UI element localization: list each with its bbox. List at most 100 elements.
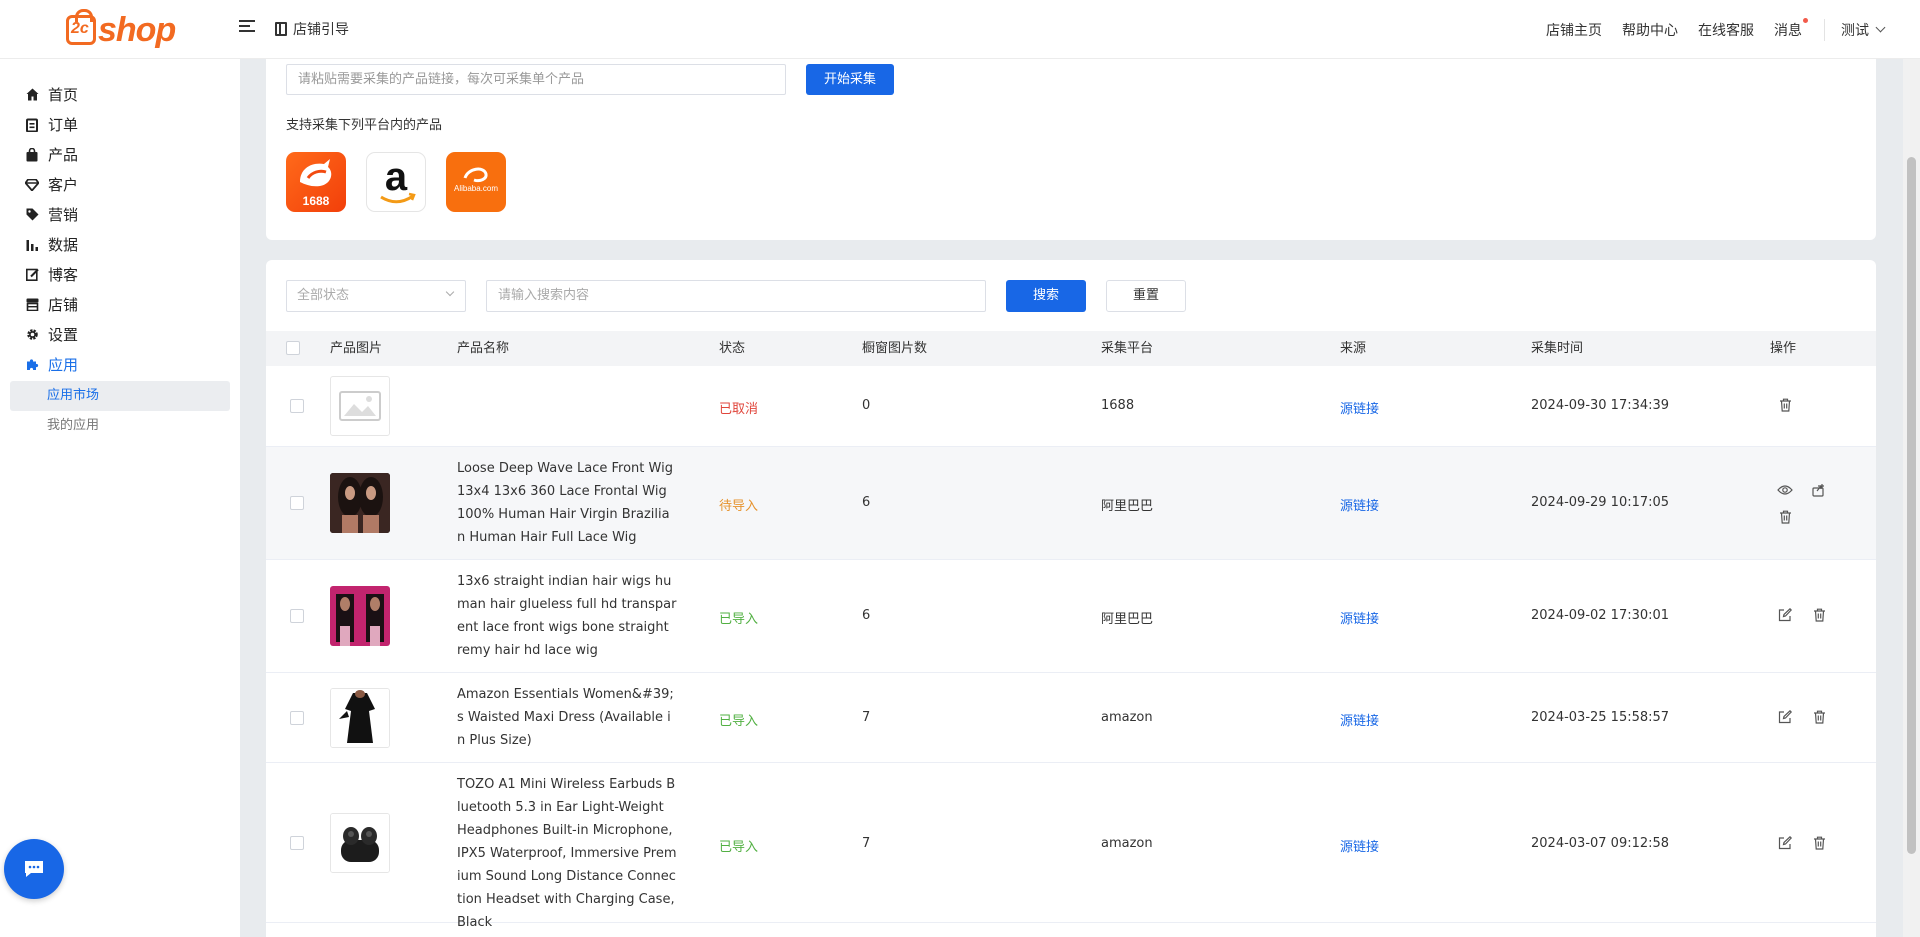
sidebar-item-apps[interactable]: 应用 xyxy=(25,354,78,375)
status-filter-select[interactable]: 全部状态 xyxy=(286,280,466,312)
source-link[interactable]: 源链接 xyxy=(1340,710,1379,729)
store-guide-label: 店铺引导 xyxy=(293,22,349,38)
sidebar-item-customers[interactable]: 客户 xyxy=(25,174,78,195)
source-link[interactable]: 源链接 xyxy=(1340,836,1379,855)
sidebar-item-label: 店铺 xyxy=(48,296,79,314)
sidebar-item-label: 订单 xyxy=(48,116,79,134)
row-checkbox[interactable] xyxy=(290,836,304,850)
sidebar-item-products[interactable]: 产品 xyxy=(25,144,78,165)
edit-icon[interactable] xyxy=(1777,835,1793,851)
table-row: TOZO A1 Mini Wireless Earbuds Bluetooth … xyxy=(266,763,1876,930)
row-checkbox[interactable] xyxy=(290,711,304,725)
nav-divider xyxy=(1824,18,1825,41)
edit-icon xyxy=(25,268,39,282)
platform-name: amazon xyxy=(1101,836,1153,851)
col-product-name: 产品名称 xyxy=(457,341,510,356)
col-platform: 采集平台 xyxy=(1101,341,1154,356)
page-scrollbar[interactable] xyxy=(1903,59,1920,937)
sidebar-item-data[interactable]: 数据 xyxy=(25,234,78,255)
sidebar-item-label: 数据 xyxy=(48,236,79,254)
sidebar-item-label: 设置 xyxy=(48,326,79,344)
platform-1688-logo[interactable]: 1688 xyxy=(286,152,346,212)
home-icon xyxy=(25,88,39,102)
store-guide-link[interactable]: 店铺引导 xyxy=(275,19,349,39)
product-thumbnail xyxy=(330,688,390,748)
table-row: 13x6 straight indian hair wigs human hai… xyxy=(266,560,1876,673)
image-placeholder-icon xyxy=(339,391,381,421)
menu-toggle-icon[interactable] xyxy=(239,20,255,34)
delete-icon[interactable] xyxy=(1777,509,1793,525)
status-filter-value: 全部状态 xyxy=(297,288,350,303)
col-collect-time: 采集时间 xyxy=(1531,341,1584,356)
platform-amazon-logo[interactable]: a xyxy=(366,152,426,212)
chat-support-button[interactable] xyxy=(4,839,64,899)
source-link[interactable]: 源链接 xyxy=(1340,495,1379,514)
scrollbar-thumb[interactable] xyxy=(1907,157,1916,854)
delete-icon[interactable] xyxy=(1811,709,1827,725)
view-icon[interactable] xyxy=(1777,482,1793,498)
nav-messages[interactable]: 消息 xyxy=(1774,17,1808,40)
nav-store-home[interactable]: 店铺主页 xyxy=(1546,20,1602,40)
store-icon xyxy=(25,298,39,312)
product-url-input[interactable]: 请粘贴需要采集的产品链接，每次可采集单个产品 xyxy=(286,64,786,95)
sidebar-item-label: 应用 xyxy=(48,356,79,374)
platform-name: 阿里巴巴 xyxy=(1101,499,1154,514)
product-thumbnail xyxy=(330,376,390,436)
start-collect-button[interactable]: 开始采集 xyxy=(806,64,894,95)
delete-icon[interactable] xyxy=(1811,835,1827,851)
select-all-checkbox[interactable] xyxy=(286,341,300,355)
sidebar-item-blog[interactable]: 博客 xyxy=(25,264,78,285)
reset-button[interactable]: 重置 xyxy=(1106,280,1186,312)
product-name: Loose Deep Wave Lace Front Wig 13x4 13x6… xyxy=(457,461,673,545)
sidebar-item-settings[interactable]: 设置 xyxy=(25,324,78,345)
chevron-down-icon xyxy=(1875,22,1886,33)
product-name: Amazon Essentials Women&#39;s Waisted Ma… xyxy=(457,687,674,748)
status-badge: 已导入 xyxy=(719,612,759,627)
sidebar-item-orders[interactable]: 订单 xyxy=(25,114,78,135)
nav-online-service[interactable]: 在线客服 xyxy=(1698,20,1754,40)
sidebar-item-marketing[interactable]: 营销 xyxy=(25,204,78,225)
gear-icon xyxy=(25,328,39,342)
top-bar: 2c shop 店铺引导 店铺主页 帮助中心 在线客服 消息 测试 xyxy=(0,0,1920,59)
status-badge: 已取消 xyxy=(719,402,759,417)
user-name: 测试 xyxy=(1841,22,1869,39)
image-count: 7 xyxy=(862,710,871,725)
diamond-icon xyxy=(25,178,39,192)
nav-help-center[interactable]: 帮助中心 xyxy=(1622,20,1678,40)
platform-name: 阿里巴巴 xyxy=(1101,612,1154,627)
product-name: TOZO A1 Mini Wireless Earbuds Bluetooth … xyxy=(457,777,677,930)
delete-icon[interactable] xyxy=(1777,397,1793,413)
bar-chart-icon xyxy=(25,238,39,252)
logo[interactable]: 2c shop xyxy=(66,9,176,50)
delete-icon[interactable] xyxy=(1811,607,1827,623)
edit-icon[interactable] xyxy=(1777,607,1793,623)
user-menu[interactable]: 测试 xyxy=(1841,20,1886,40)
image-count: 0 xyxy=(862,398,871,413)
search-input[interactable]: 请输入搜索内容 xyxy=(486,280,986,312)
search-button[interactable]: 搜索 xyxy=(1006,280,1086,312)
sidebar-subitem-my-apps[interactable]: 我的应用 xyxy=(10,411,230,441)
row-checkbox[interactable] xyxy=(290,399,304,413)
col-product-image: 产品图片 xyxy=(330,341,383,356)
edit-icon[interactable] xyxy=(1777,709,1793,725)
sidebar-subitem-app-market[interactable]: 应用市场 xyxy=(10,381,230,411)
source-link[interactable]: 源链接 xyxy=(1340,608,1379,627)
table-row: 已取消 0 1688 源链接 2024-09-30 17:34:39 xyxy=(266,366,1876,447)
sidebar-item-home[interactable]: 首页 xyxy=(25,84,78,105)
support-text: 支持采集下列平台内的产品 xyxy=(286,118,443,133)
chat-icon xyxy=(25,861,43,877)
image-count: 7 xyxy=(862,836,871,851)
row-checkbox[interactable] xyxy=(290,609,304,623)
row-checkbox[interactable] xyxy=(290,496,304,510)
collected-products-panel: 全部状态 请输入搜索内容 搜索 重置 产品图片 产品名称 状态 橱窗图片数 采集… xyxy=(266,260,1876,937)
import-icon[interactable] xyxy=(1811,482,1827,498)
status-badge: 已导入 xyxy=(719,840,759,855)
image-count: 6 xyxy=(862,495,871,510)
sidebar-item-label: 博客 xyxy=(48,266,79,284)
table-header: 产品图片 产品名称 状态 橱窗图片数 采集平台 来源 采集时间 操作 xyxy=(266,331,1876,366)
platform-name: 1688 xyxy=(1101,398,1135,413)
logo-text: shop xyxy=(98,10,176,49)
platform-alibaba-logo[interactable]: Alibaba.com xyxy=(446,152,506,212)
sidebar-item-store[interactable]: 店铺 xyxy=(25,294,78,315)
source-link[interactable]: 源链接 xyxy=(1340,398,1379,417)
